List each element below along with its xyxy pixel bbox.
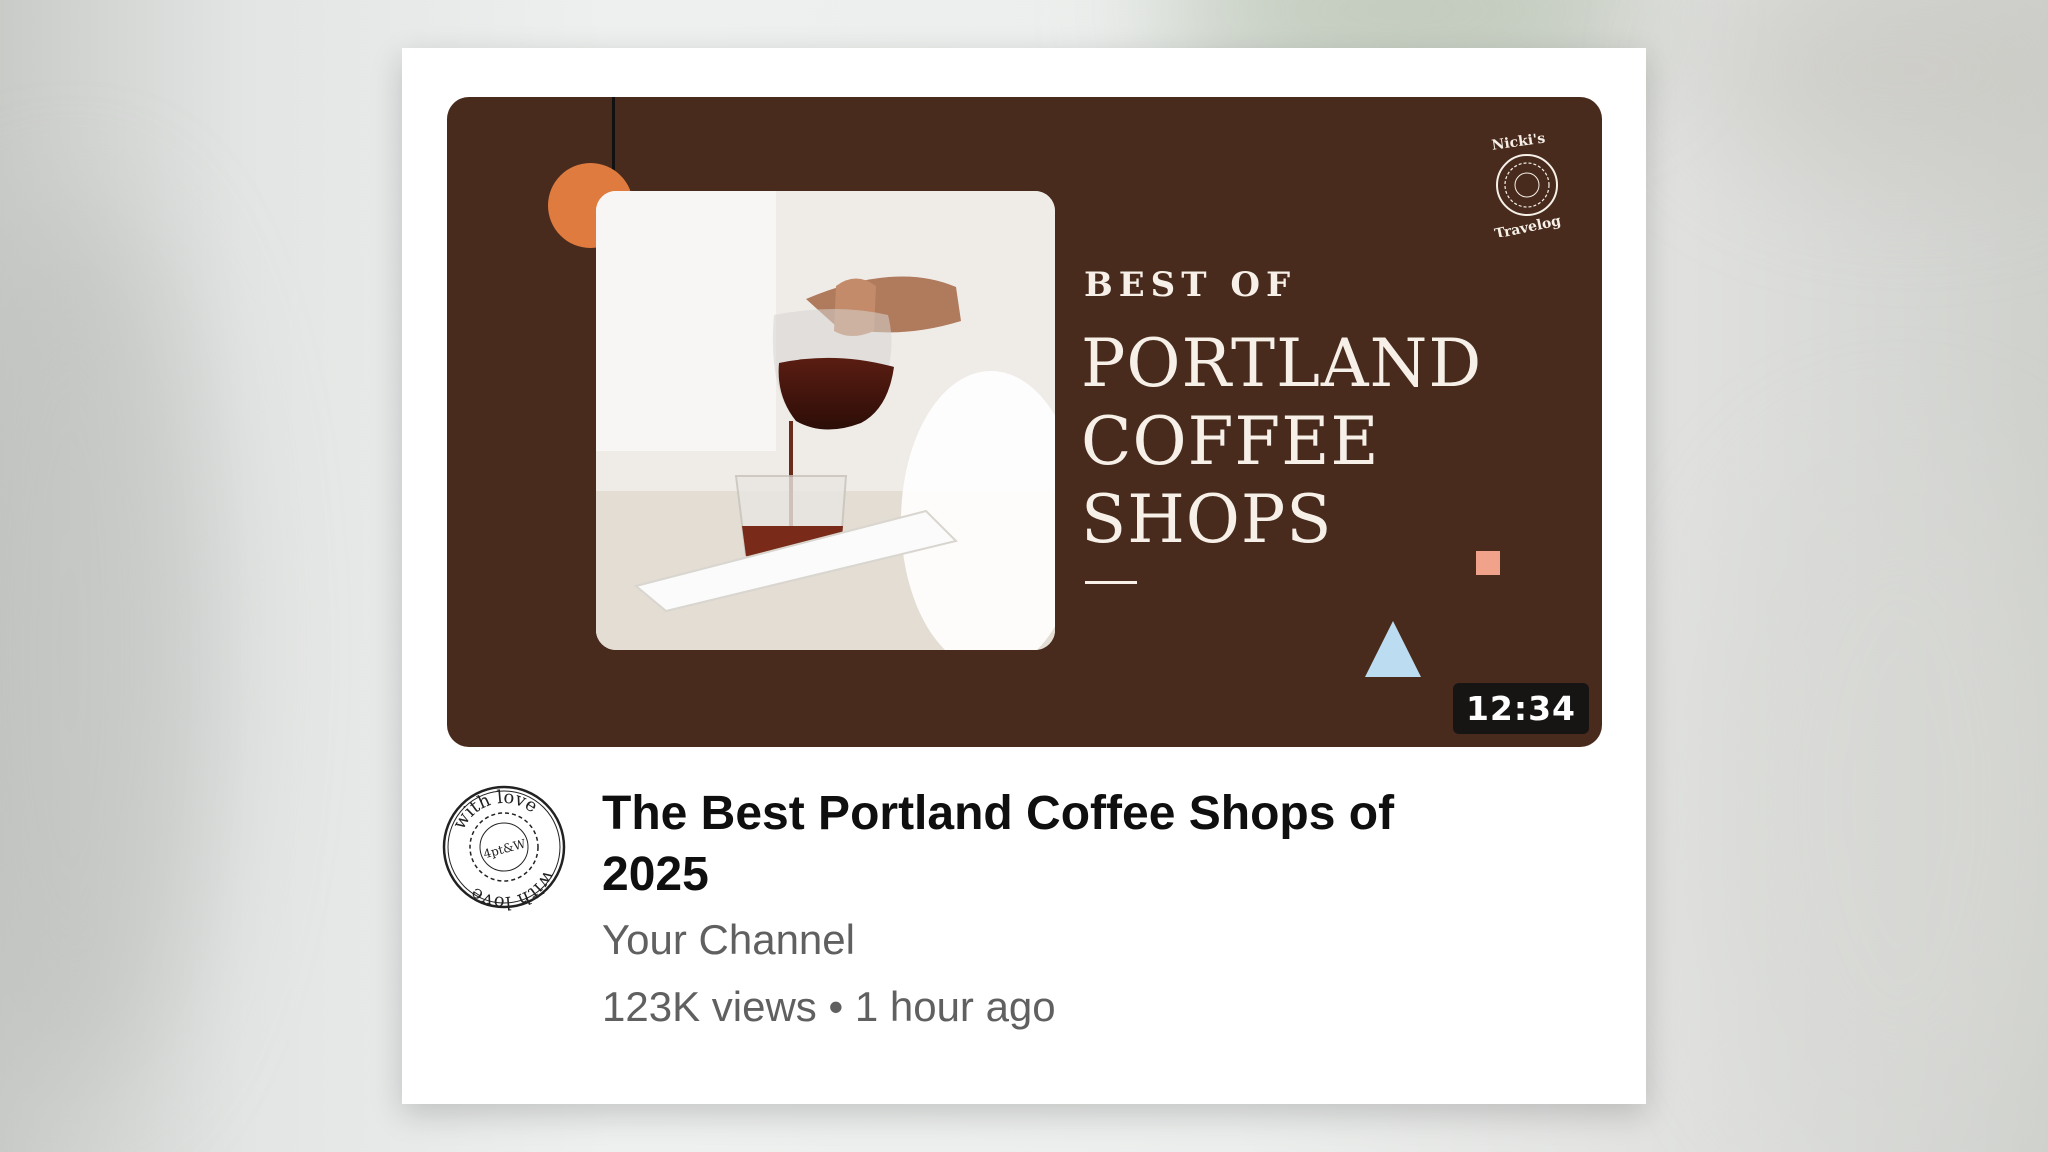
- svg-text:Travelog: Travelog: [1493, 213, 1562, 237]
- channel-avatar[interactable]: with love with love 4pt&W: [440, 783, 568, 911]
- video-card[interactable]: Nicki's Travelog BEST OF PORTLAND COFFEE…: [402, 48, 1646, 1104]
- video-thumbnail[interactable]: Nicki's Travelog BEST OF PORTLAND COFFEE…: [447, 97, 1602, 747]
- background-blur: [1700, 0, 2048, 180]
- channel-name[interactable]: Your Channel: [602, 916, 855, 964]
- thumbnail-kicker: BEST OF: [1084, 265, 1297, 305]
- headline-line: SHOPS: [1081, 481, 1333, 558]
- background-blur: [0, 200, 220, 1100]
- coffee-pour-illustration: [596, 191, 1055, 650]
- background-blur: [1700, 450, 2048, 1150]
- decorative-triangle: [1365, 621, 1421, 677]
- decorative-dash: [1085, 581, 1137, 584]
- thumbnail-photo: [596, 191, 1055, 650]
- headline-line: COFFEE: [1081, 403, 1380, 480]
- video-title[interactable]: The Best Portland Coffee Shops of 2025: [602, 783, 1502, 905]
- video-meta: 123K views • 1 hour ago: [602, 983, 1056, 1030]
- duration-badge: 12:34: [1452, 683, 1589, 734]
- svg-text:Nicki's: Nicki's: [1491, 130, 1547, 153]
- decorative-square: [1476, 551, 1500, 575]
- channel-stamp-logo: Nicki's Travelog: [1491, 130, 1563, 237]
- thumbnail-headline: PORTLAND COFFEE SHOPS: [1081, 325, 1501, 559]
- headline-line: PORTLAND: [1081, 325, 1483, 402]
